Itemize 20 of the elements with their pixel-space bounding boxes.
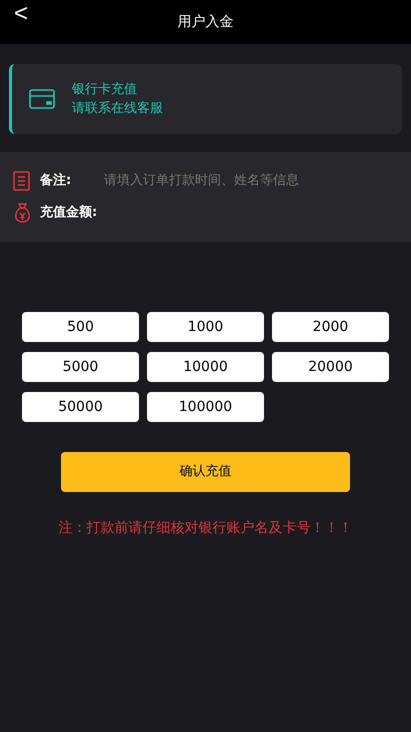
money-bag-icon: [13, 203, 32, 223]
document-icon: [13, 171, 30, 191]
amount-option[interactable]: 100000: [147, 392, 264, 422]
amount-option[interactable]: 50000: [22, 392, 139, 422]
warning-text: 注：打款前请仔细核对银行账户名及卡号！！！: [58, 519, 354, 538]
remark-label: 备注:: [40, 172, 72, 190]
back-button[interactable]: <: [14, 2, 28, 26]
amount-option[interactable]: 5000: [22, 352, 139, 382]
remark-field[interactable]: 请填入订单打款时间、姓名等信息: [104, 171, 398, 191]
card-title: 银行卡充值: [72, 81, 138, 99]
amount-option[interactable]: 500: [22, 312, 139, 342]
page-title: 用户入金: [178, 12, 234, 32]
card-subtitle: 请联系在线客服: [72, 100, 163, 118]
amount-label: 充值金额:: [40, 204, 98, 222]
amount-option[interactable]: 2000: [272, 312, 389, 342]
amount-option[interactable]: 1000: [147, 312, 264, 342]
confirm-button[interactable]: 确认充值: [61, 452, 350, 492]
credit-card-icon: [29, 89, 55, 109]
amount-option[interactable]: 20000: [272, 352, 389, 382]
amount-option[interactable]: 10000: [147, 352, 264, 382]
